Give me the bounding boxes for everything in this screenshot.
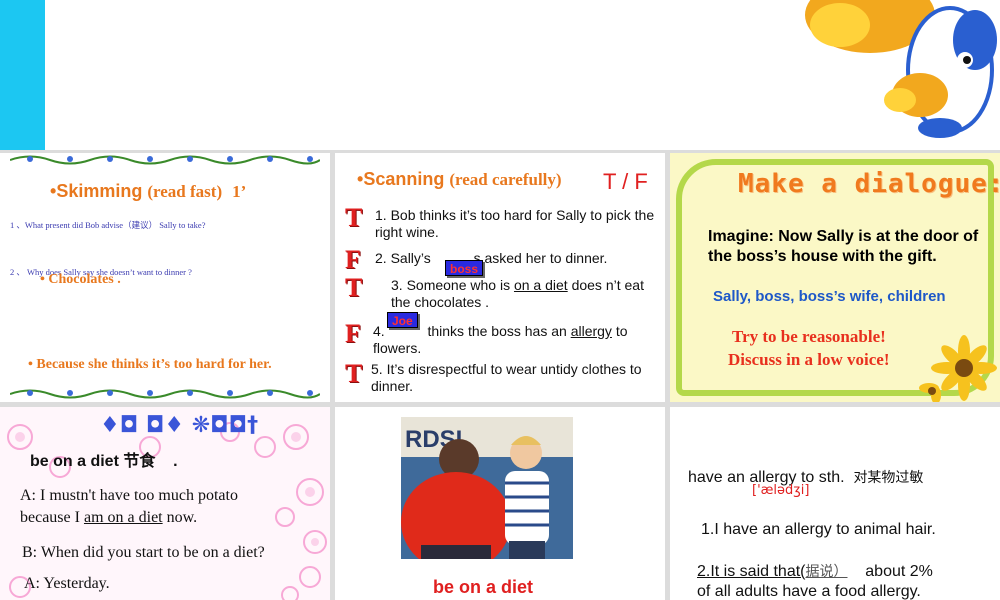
example-1: 1.I have an allergy to animal hair. (701, 521, 936, 538)
statement-3: 3. Someone who is on a diet does n’t eat… (391, 277, 644, 310)
dialogue-scenario: Imagine: Now Sally is at the door of the… (708, 228, 979, 265)
blue-accent-strip (0, 0, 45, 150)
mark-3: T (345, 273, 363, 302)
slide-make-dialogue: Make a dialogue: Imagine: Now Sally is a… (670, 153, 1000, 402)
slide-scanning: •Scanning (read carefully) T / F T F T F… (335, 153, 665, 402)
two-men-photo: RDSL (401, 417, 573, 559)
slide-photo: RDSL be on a diet (335, 407, 665, 600)
dialog-a3: A: Yesterday. (24, 575, 110, 592)
answer-chip-boss: boss (445, 260, 484, 276)
instruction-2: Discuss in a low voice! (728, 350, 890, 369)
example-2-cont: of all adults have a food allergy. (697, 583, 921, 600)
diet-phrase: be on a diet 节食 . (30, 451, 178, 470)
skimming-time: 1’ (232, 182, 247, 201)
true-false-label: T / F (603, 169, 648, 194)
wingdings-heading: ♦◘ ◘♦ ❋◘◘† (100, 413, 259, 438)
dialog-a2: because I am on a diet now. (20, 509, 198, 526)
answer-2: • Because she thinks it’s too hard for h… (28, 357, 272, 372)
statement-5: 5. It’s disrespectful to wear untidy clo… (371, 361, 642, 394)
scanning-title: •Scanning (read carefully) (357, 169, 562, 189)
slide-skimming: •Skimming (read fast) 1’ 1 、What present… (0, 153, 330, 402)
statement-4: 4. thinks the boss has an allergy to flo… (373, 323, 628, 356)
example-2: 2.It is said that(据说） about 2% (697, 563, 933, 580)
skimming-subtitle: (read fast) (147, 182, 223, 201)
sunflower-icon (919, 335, 997, 402)
slide-allergy: have an allergy to sth. 对某物过敏 ['ælədʒi] … (670, 407, 1000, 600)
dialog-a1: A: I mustn't have too much potato (20, 487, 238, 504)
statement-2: 2. Sally’s s asked her to dinner. (375, 250, 608, 266)
mark-4: F (345, 319, 361, 348)
mark-1: T (345, 203, 363, 232)
slide-sheet: •Skimming (read fast) 1’ 1 、What present… (0, 0, 1000, 600)
scanning-subtitle: (read carefully) (449, 170, 562, 189)
dialogue-roles: Sally, boss, boss’s wife, children (713, 288, 946, 305)
vine-border-bottom (10, 389, 320, 399)
mark-5: T (345, 359, 363, 388)
dialogue-title: Make a dialogue: (738, 169, 1000, 199)
mark-2: F (345, 245, 361, 274)
instruction-1: Try to be reasonable! (732, 327, 886, 346)
skimming-title: •Skimming (read fast) 1’ (50, 181, 247, 201)
photo-caption: be on a diet (433, 577, 534, 597)
cartoon-mascot-icon (805, 0, 997, 138)
header-area (0, 0, 1000, 150)
diet-photo: RDSL (401, 417, 573, 559)
answer-1: • Chocolates . (40, 272, 121, 287)
answer-chip-joe: Joe (387, 312, 418, 328)
vine-border-top (10, 155, 320, 165)
dialog-b1: B: When did you start to be on a diet? (22, 544, 265, 561)
allergy-phonetic: ['ælədʒi] (752, 483, 810, 498)
question-1: 1 、What present did Bob advise（建议） Sally… (10, 220, 206, 230)
statement-1: 1. Bob thinks it’s too hard for Sally to… (375, 207, 655, 240)
slide-be-on-a-diet: ♦◘ ◘♦ ❋◘◘† be on a diet 节食 . A: I mustn'… (0, 407, 330, 600)
